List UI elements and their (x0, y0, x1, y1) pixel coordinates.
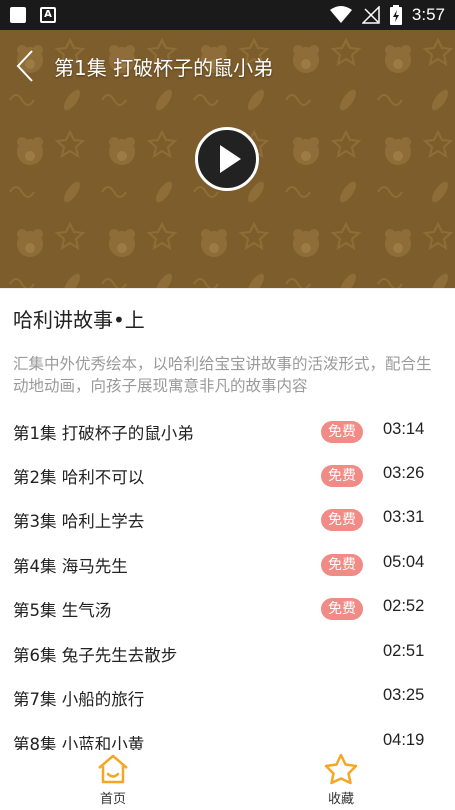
battery-charging-icon (389, 5, 402, 25)
free-badge: 免费 (321, 465, 363, 487)
free-badge: 免费 (321, 421, 363, 443)
episode-duration: 03:25 (383, 686, 425, 704)
star-icon (324, 753, 358, 785)
episode-title: 第4集 海马先生 (13, 557, 128, 576)
episode-row[interactable]: 第4集 海马先生 免费 05:04 (0, 543, 455, 587)
no-signal-icon (361, 6, 380, 24)
video-title: 第1集 打破杯子的鼠小弟 (54, 56, 274, 80)
episode-title: 第7集 小船的旅行 (13, 690, 145, 709)
chevron-left-icon (16, 50, 33, 82)
status-bar: A 3:57 (0, 0, 455, 30)
back-button[interactable] (12, 48, 42, 84)
tab-home[interactable]: 首页 (68, 750, 158, 810)
tab-favorites[interactable]: 收藏 (296, 750, 386, 810)
video-player[interactable]: 第1集 打破杯子的鼠小弟 (0, 30, 455, 288)
series-title: 哈利讲故事•上 (13, 308, 145, 332)
wifi-icon (329, 6, 352, 23)
notification-icon (10, 7, 26, 23)
episode-duration: 03:14 (383, 420, 425, 438)
episode-duration: 02:51 (383, 642, 425, 660)
episode-row[interactable]: 第6集 兔子先生去散步 02:51 (0, 632, 455, 676)
episode-row[interactable]: 第3集 哈利上学去 免费 03:31 (0, 498, 455, 542)
episode-row[interactable]: 第7集 小船的旅行 03:25 (0, 676, 455, 720)
episode-duration: 03:26 (383, 464, 425, 482)
episode-title: 第8集 小蓝和小黄 (13, 735, 145, 750)
episode-duration: 04:19 (383, 731, 425, 749)
episode-duration: 02:52 (383, 597, 425, 615)
episode-title: 第6集 兔子先生去散步 (13, 646, 178, 665)
play-icon (220, 145, 241, 173)
clock: 3:57 (411, 5, 445, 24)
episode-duration: 05:04 (383, 553, 425, 571)
tab-favorites-label: 收藏 (327, 792, 354, 807)
episode-title: 第2集 哈利不可以 (13, 468, 145, 487)
series-description: 汇集中外优秀绘本，以哈利给宝宝讲故事的活泼形式，配合生动地动画，向孩子展现寓意非… (13, 355, 432, 395)
divider (0, 288, 455, 289)
play-button[interactable] (195, 127, 259, 191)
episode-list[interactable]: 第1集 打破杯子的鼠小弟 免费 03:14 第2集 哈利不可以 免费 03:26… (0, 410, 455, 750)
episode-row[interactable]: 第1集 打破杯子的鼠小弟 免费 03:14 (0, 410, 455, 454)
episode-row[interactable]: 第8集 小蓝和小黄 04:19 (0, 721, 455, 750)
app-notification-icon: A (40, 7, 56, 23)
bottom-tab-bar: 首页 收藏 (0, 750, 455, 810)
episode-title: 第5集 生气汤 (13, 601, 112, 620)
episode-duration: 03:31 (383, 508, 425, 526)
episode-row[interactable]: 第2集 哈利不可以 免费 03:26 (0, 454, 455, 498)
free-badge: 免费 (321, 554, 363, 576)
episode-title: 第1集 打破杯子的鼠小弟 (13, 424, 194, 443)
free-badge: 免费 (321, 509, 363, 531)
free-badge: 免费 (321, 598, 363, 620)
episode-title: 第3集 哈利上学去 (13, 512, 145, 531)
tab-home-label: 首页 (99, 792, 126, 807)
home-icon (98, 754, 128, 784)
episode-row[interactable]: 第5集 生气汤 免费 02:52 (0, 587, 455, 631)
